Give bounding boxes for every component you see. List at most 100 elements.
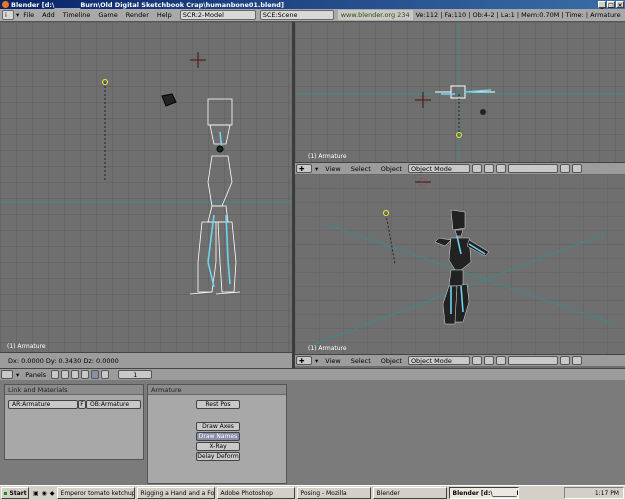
menu-file[interactable]: File (19, 10, 38, 20)
info-header: i ▾ File Add Timeline Game Render Help S… (0, 9, 625, 22)
link-materials-panel: Link and Materials AR:Armature F OB:Arma… (4, 384, 144, 460)
bottom-right-viewport-header: ✚ ▾ View Select Object Object Mode (295, 354, 625, 366)
y-axis-line (324, 223, 616, 325)
character-wireframe (189, 98, 241, 295)
lock-icon[interactable] (559, 356, 570, 365)
scene-stats: Ve:112 | Fa:110 | Ob:4-2 | La:1 | Mem:0.… (415, 11, 621, 19)
menu-render[interactable]: Render (122, 10, 153, 20)
draw-type-icon[interactable] (471, 164, 482, 173)
top-right-3d-viewport[interactable]: (1) Armature (295, 22, 625, 162)
maximize-button[interactable]: □ (607, 1, 615, 9)
cursor-3d-icon[interactable] (415, 177, 431, 187)
scene-field[interactable]: SCE:Scene (259, 10, 334, 20)
task-photoshop[interactable]: Adobe Photoshop (216, 487, 295, 499)
system-tray: 1:17 PM (564, 487, 624, 499)
manipulator-icon[interactable] (495, 164, 506, 173)
menu-timeline[interactable]: Timeline (59, 10, 95, 20)
pivot-icon[interactable] (483, 356, 494, 365)
menu-help[interactable]: Help (153, 10, 176, 20)
menu-add[interactable]: Add (38, 10, 59, 20)
lamp-guide-line (385, 213, 396, 265)
menu-select[interactable]: Select (346, 357, 376, 365)
layer-buttons[interactable] (507, 164, 558, 173)
task-blender-active[interactable]: Blender [d:\________Bu... (448, 487, 519, 499)
logic-context-icon[interactable] (51, 370, 60, 379)
screen-field[interactable]: SCR:2-Model (179, 10, 256, 20)
render-icon[interactable] (571, 164, 582, 173)
task-rigging[interactable]: Rigging a Hand and a Foo... (136, 487, 215, 499)
draw-type-icon[interactable] (471, 356, 482, 365)
perspective-scene (314, 177, 616, 345)
armature-data-field[interactable]: AR:Armature (8, 400, 78, 409)
view-menu-icon[interactable]: ✚ (296, 164, 312, 173)
bottom-right-3d-viewport[interactable]: (1) Armature (295, 174, 625, 354)
lock-icon[interactable] (559, 164, 570, 173)
menu-game[interactable]: Game (94, 10, 121, 20)
pivot-icon[interactable] (483, 164, 494, 173)
quicklaunch-desktop-icon[interactable]: ▣ (33, 490, 39, 497)
task-blender[interactable]: Blender (372, 487, 447, 499)
fake-user-button[interactable]: F (78, 400, 86, 409)
script-context-icon[interactable] (61, 370, 70, 379)
minimize-button[interactable]: _ (598, 1, 606, 9)
close-button[interactable]: × (616, 1, 624, 9)
draw-axes-toggle[interactable]: Draw Axes (196, 422, 240, 431)
armature-panel-title[interactable]: Armature (148, 385, 286, 395)
armature-panel: Armature Rest Pos Draw Axes Draw Names X… (147, 384, 287, 484)
task-mozilla[interactable]: Posing - Mozilla (296, 487, 371, 499)
camera-icon[interactable] (480, 109, 486, 115)
mode-selector[interactable]: Object Mode (407, 356, 470, 365)
start-button[interactable]: ▪ Start (1, 487, 29, 499)
object-context-icon[interactable] (81, 370, 90, 379)
quicklaunch-browser-icon[interactable]: ◉ (42, 490, 47, 497)
object-name-field[interactable]: OB:Armature (86, 400, 141, 409)
blender-icon (2, 1, 9, 8)
buttons-window: Link and Materials AR:Armature F OB:Arma… (0, 380, 625, 485)
left-viewport-scene (0, 52, 292, 295)
buttons-window-header: ▾ Panels 1 (0, 368, 625, 380)
draw-names-toggle[interactable]: Draw Names (196, 432, 240, 441)
menu-object[interactable]: Object (376, 357, 407, 365)
scene-context-icon[interactable] (101, 370, 110, 379)
collapse-menu-icon[interactable]: ▾ (313, 165, 320, 173)
menu-view[interactable]: View (320, 357, 345, 365)
collapse-menu-icon[interactable]: ▾ (313, 357, 320, 365)
render-icon[interactable] (571, 356, 582, 365)
cursor-3d-icon[interactable] (190, 52, 206, 68)
top-viewport-scene (295, 22, 625, 162)
website-label[interactable]: www.blender.org 234 (337, 10, 413, 20)
layer-buttons[interactable] (507, 356, 558, 365)
rest-pos-toggle[interactable]: Rest Pos (196, 400, 240, 409)
start-icon: ▪ (3, 489, 8, 497)
bottom-right-viewport-label: (1) Armature (308, 345, 347, 352)
window-type-icon[interactable] (1, 370, 13, 379)
camera-icon[interactable] (161, 93, 177, 107)
delay-deform-toggle[interactable]: Delay Deform (196, 452, 240, 461)
transform-deltas: Dx: 0.0000 Dy: 0.3430 Dz: 0.0000 (8, 356, 119, 365)
window-title: Blender [d:\________Burn\Old Digital Ske… (11, 0, 284, 9)
shading-context-icon[interactable] (71, 370, 80, 379)
collapse-menu-icon[interactable]: ▾ (14, 371, 21, 379)
mode-selector[interactable]: Object Mode (407, 164, 470, 173)
top-right-viewport-header: ✚ ▾ View Select Object Object Mode (295, 162, 625, 174)
editing-context-icon[interactable] (91, 370, 100, 379)
left-3d-viewport[interactable]: (1) Armature (0, 22, 292, 352)
frame-number-field[interactable]: 1 (118, 370, 153, 379)
window-type-icon[interactable]: i (2, 10, 14, 20)
xray-toggle[interactable]: X-Ray (196, 442, 240, 451)
windows-taskbar: ▪ Start ▣ ◉ ◆ Emperor tomato ketchup Rig… (0, 485, 625, 500)
bone-joint (216, 145, 224, 153)
menu-object[interactable]: Object (376, 165, 407, 173)
panels-menu[interactable]: Panels (21, 371, 50, 379)
menu-select[interactable]: Select (346, 165, 376, 173)
menu-view[interactable]: View (320, 165, 345, 173)
quicklaunch-app-icon[interactable]: ◆ (50, 490, 55, 497)
view-menu-icon[interactable]: ✚ (296, 356, 312, 365)
manipulator-icon[interactable] (495, 356, 506, 365)
left-viewport-label: (1) Armature (7, 343, 46, 350)
window-title-bar: Blender [d:\________Burn\Old Digital Ske… (0, 0, 625, 9)
top-right-viewport-label: (1) Armature (308, 153, 347, 160)
clock[interactable]: 1:17 PM (595, 490, 619, 497)
task-emperor[interactable]: Emperor tomato ketchup (56, 487, 135, 499)
link-materials-panel-title[interactable]: Link and Materials (5, 385, 143, 395)
